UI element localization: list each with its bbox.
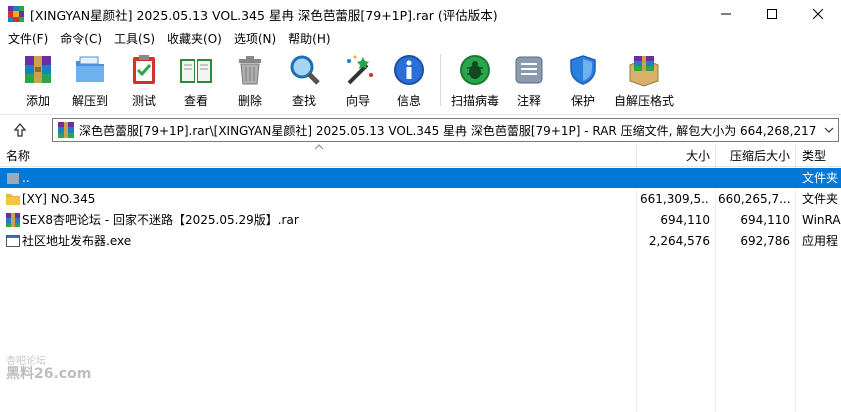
minimize-icon: [721, 13, 731, 15]
table-row[interactable]: [XY] NO.345 661,309,5... 660,265,7... 文件…: [0, 189, 841, 209]
virus-scan-label: 扫描病毒: [450, 94, 499, 108]
rar-file-icon: [6, 213, 20, 227]
address-dropdown-button[interactable]: [820, 119, 838, 141]
sfx-box-icon: [629, 56, 659, 87]
protect-label: 保护: [570, 94, 595, 108]
trash-icon: [239, 56, 261, 85]
toolbar: 添加 解压到 测试 查看 删除 查找 向导 信息 扫描病毒 注释 保护 自解压格…: [0, 48, 841, 112]
menu-bar: 文件(F) 命令(C) 工具(S) 收藏夹(O) 选项(N) 帮助(H): [0, 28, 841, 48]
address-path-text: 深色芭蕾服[79+1P].rar\[XINGYAN星颜社] 2025.05.13…: [79, 123, 820, 138]
view-button[interactable]: 查看: [168, 52, 224, 110]
file-name: 社区地址发布器.exe: [22, 234, 132, 248]
magic-wand-icon: [347, 55, 373, 85]
magnifier-icon: [290, 55, 320, 85]
view-book-icon: [180, 59, 212, 83]
table-row[interactable]: 社区地址发布器.exe 2,264,576 692,786 应用程: [0, 231, 841, 251]
column-divider[interactable]: [795, 145, 796, 167]
chevron-down-icon: [824, 127, 834, 133]
find-button[interactable]: 查找: [276, 52, 332, 110]
file-list: 名称 大小 压缩后大小 类型 .. 文件夹 [XY] NO.345 661,30…: [0, 144, 841, 412]
virus-scan-button[interactable]: 扫描病毒: [447, 52, 503, 110]
column-size-header[interactable]: 大小: [637, 145, 710, 167]
file-name: SEX8杏吧论坛 - 回家不迷路【2025.05.29版】.rar: [22, 213, 299, 227]
close-button[interactable]: [795, 0, 841, 28]
column-packed-header[interactable]: 压缩后大小: [716, 145, 790, 167]
extract-to-label: 解压到: [71, 94, 108, 108]
menu-file[interactable]: 文件(F): [2, 30, 54, 47]
menu-help[interactable]: 帮助(H): [282, 30, 336, 47]
file-packed-size: 692,786: [740, 234, 790, 248]
protect-button[interactable]: 保护: [555, 52, 611, 110]
file-list-header: 名称 大小 压缩后大小 类型: [0, 144, 841, 167]
maximize-button[interactable]: [749, 0, 795, 28]
file-name: ..: [22, 171, 30, 185]
add-archive-icon: [25, 56, 51, 83]
test-button[interactable]: 测试: [120, 52, 168, 110]
sfx-label: 自解压格式: [613, 94, 674, 108]
file-type: 文件夹: [802, 171, 839, 185]
folder-icon: [6, 194, 20, 205]
rar-archive-icon: [58, 122, 74, 138]
window-title: [XINGYAN星颜社] 2025.05.13 VOL.345 星冉 深色芭蕾服…: [30, 7, 498, 23]
file-type: 应用程: [802, 234, 839, 248]
toolbar-separator: [440, 54, 441, 106]
delete-label: 删除: [237, 94, 262, 108]
test-clipboard-icon: [133, 55, 155, 84]
menu-tools[interactable]: 工具(S): [108, 30, 161, 47]
watermark: 杏吧论坛 黑料26.com: [6, 356, 92, 382]
comment-button[interactable]: 注释: [503, 52, 555, 110]
add-label: 添加: [25, 94, 50, 108]
file-size: [640, 168, 710, 188]
table-row[interactable]: SEX8杏吧论坛 - 回家不迷路【2025.05.29版】.rar 694,11…: [0, 210, 841, 230]
column-type-header[interactable]: 类型: [802, 145, 826, 167]
wizard-label: 向导: [345, 94, 370, 108]
file-type: WinRA: [802, 213, 841, 227]
title-bar: [XINGYAN星颜社] 2025.05.13 VOL.345 星冉 深色芭蕾服…: [0, 0, 841, 28]
maximize-icon: [767, 9, 777, 19]
table-row[interactable]: .. 文件夹: [0, 168, 841, 188]
file-type: 文件夹: [802, 192, 839, 206]
parent-folder-icon: [7, 173, 19, 184]
watermark-line2: 黑料26.com: [6, 366, 92, 382]
close-icon: [813, 9, 823, 19]
extract-to-button[interactable]: 解压到: [60, 52, 120, 110]
menu-commands[interactable]: 命令(C): [54, 30, 108, 47]
file-packed-size: 694,110: [740, 213, 790, 227]
menu-favorites[interactable]: 收藏夹(O): [161, 30, 228, 47]
file-packed-size: [718, 168, 790, 188]
info-label: 信息: [396, 94, 421, 108]
comment-label: 注释: [516, 94, 541, 108]
menu-options[interactable]: 选项(N): [228, 30, 282, 47]
arrow-up-icon: [14, 122, 26, 137]
exe-file-icon: [6, 235, 20, 247]
comment-icon: [515, 56, 543, 84]
view-label: 查看: [183, 94, 208, 108]
address-bar: 深色芭蕾服[79+1P].rar\[XINGYAN星颜社] 2025.05.13…: [0, 114, 841, 144]
column-name-header[interactable]: 名称: [6, 145, 30, 167]
info-icon: [394, 55, 424, 85]
sfx-button[interactable]: 自解压格式: [611, 52, 677, 110]
address-path-field[interactable]: 深色芭蕾服[79+1P].rar\[XINGYAN星颜社] 2025.05.13…: [52, 118, 839, 142]
extract-folder-icon: [76, 56, 104, 82]
up-folder-button[interactable]: [0, 116, 40, 144]
file-name: [XY] NO.345: [22, 192, 96, 206]
wizard-button[interactable]: 向导: [332, 52, 384, 110]
info-button[interactable]: 信息: [384, 52, 434, 110]
sort-ascending-icon: [314, 144, 324, 150]
file-size: 2,264,576: [648, 234, 710, 248]
delete-button[interactable]: 删除: [224, 52, 276, 110]
winrar-app-icon[interactable]: [8, 6, 24, 22]
test-label: 测试: [131, 94, 156, 108]
file-size: 694,110: [660, 213, 710, 227]
virus-scan-icon: [460, 55, 490, 85]
add-button[interactable]: 添加: [16, 52, 60, 110]
minimize-button[interactable]: [703, 0, 749, 28]
file-size: 661,309,5...: [640, 192, 710, 206]
file-packed-size: 660,265,7...: [718, 192, 790, 206]
shield-icon: [570, 55, 596, 85]
find-label: 查找: [291, 94, 316, 108]
